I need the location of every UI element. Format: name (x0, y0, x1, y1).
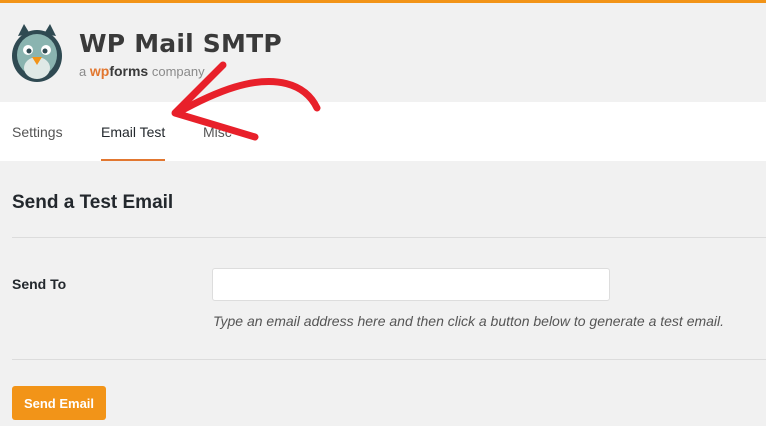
brand-subtitle: a wpforms company (79, 63, 205, 79)
tab-misc[interactable]: Misc (203, 102, 232, 161)
tab-settings[interactable]: Settings (12, 102, 63, 161)
plugin-header: WP Mail SMTP a wpforms company (0, 3, 766, 102)
send-to-email-input[interactable] (212, 268, 610, 301)
pigeon-mascot-icon (12, 24, 62, 82)
brand-sub-prefix: a (79, 64, 87, 79)
tab-email-test[interactable]: Email Test (101, 102, 166, 161)
field-divider (12, 359, 766, 360)
section-title: Send a Test Email (12, 192, 174, 213)
brand-title: WP Mail SMTP (79, 29, 282, 58)
wpforms-logo-wp: wp (89, 63, 110, 79)
tab-bar: Settings Email Test Misc (0, 102, 766, 161)
send-email-button[interactable]: Send Email (12, 386, 106, 420)
wpforms-logo-forms: forms (109, 63, 149, 79)
send-to-description: Type an email address here and then clic… (213, 313, 725, 329)
send-to-label: Send To (12, 276, 67, 292)
section-divider (12, 237, 766, 238)
brand-sub-suffix: company (151, 64, 205, 79)
